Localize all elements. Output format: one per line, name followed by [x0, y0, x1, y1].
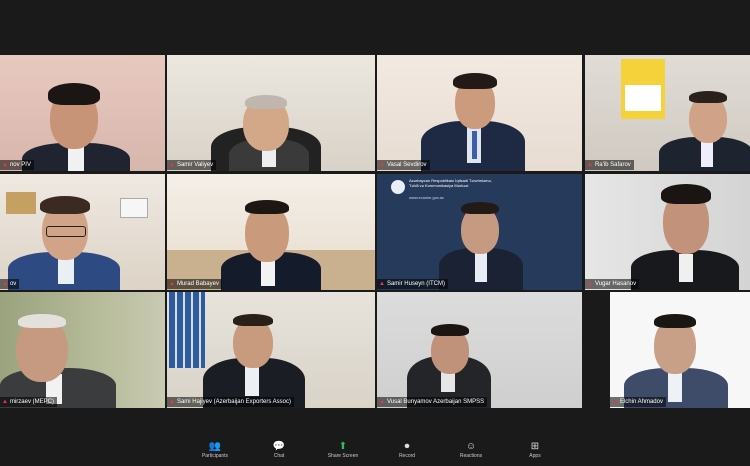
participant-name: ▲ Vusal Bunyamov Azerbaijan SMPSS [377, 397, 488, 407]
participants-button[interactable]: 👥 Participants [192, 440, 238, 459]
mic-muted-icon: ▲ [2, 399, 8, 405]
mic-muted-icon: ▲ [169, 399, 175, 405]
mic-muted-icon: ▲ [612, 399, 618, 405]
reactions-icon: ☺ [465, 441, 477, 452]
participant-tile[interactable]: ▲ Murad Babayev [167, 174, 375, 290]
video-grid: ▲ nov PIV ▲ Samir Valiyev ▲ Vasal Sevdirov [0, 0, 750, 466]
participant-name: ▲ Sami Hajiyev (Azerbaijan Exporters Asso… [167, 397, 294, 407]
record-icon: ⏺ [404, 441, 410, 452]
participant-tile[interactable]: ▲ Samir Valiyev [167, 55, 375, 171]
participant-tile[interactable]: ▲ nov PIV [0, 55, 165, 171]
meeting-toolbar: 👥 Participants 💬 Chat ⬆ Share Screen ⏺ R… [0, 440, 750, 466]
mic-muted-icon: ▲ [587, 281, 593, 287]
participants-icon: 👥 [208, 441, 222, 452]
participant-name: ▲ nov PIV [0, 160, 34, 170]
mic-muted-icon: ▲ [2, 162, 8, 168]
apps-button[interactable]: ⊞ Apps [512, 440, 558, 459]
participant-name: ▲ Elchin Ahmadov [610, 397, 666, 407]
apps-icon: ⊞ [530, 441, 540, 452]
organization-logo-url: www.ecosim.gov.az [409, 195, 444, 200]
participant-tile[interactable]: ▲ mirzaev (MEPC) [0, 292, 165, 408]
participant-tile[interactable]: ▲ Elchin Ahmadov [610, 292, 750, 408]
mic-muted-icon: ▲ [169, 281, 175, 287]
mic-muted-icon: ▲ [2, 281, 8, 287]
participant-tile[interactable]: Azərbaycan Respublikası İqtisadi Tənziml… [377, 174, 582, 290]
share-screen-icon: ⬆ [338, 441, 348, 452]
participant-name: ▲ Ra'ib Safarov [585, 160, 634, 170]
mic-muted-icon: ▲ [379, 162, 385, 168]
mic-muted-icon: ▲ [587, 162, 593, 168]
participant-tile[interactable]: ▲ Sami Hajiyev (Azerbaijan Exporters Asso… [167, 292, 375, 408]
participant-name: ▲ mirzaev (MEPC) [0, 397, 57, 407]
participant-name: ▲ Samir Valiyev [167, 160, 217, 170]
share-screen-button[interactable]: ⬆ Share Screen [320, 440, 366, 459]
reactions-button[interactable]: ☺ Reactions [448, 440, 494, 459]
participant-name: ▲ Samir Huseyn (ITCM) [377, 279, 448, 289]
organization-logo-icon [391, 180, 405, 194]
participant-name: ▲ Vasal Sevdirov [377, 160, 430, 170]
participant-name: ▲ Vugar Hasanov [585, 279, 640, 289]
participant-tile[interactable]: ▲ Vasal Sevdirov [377, 55, 582, 171]
bookshelf [169, 292, 205, 368]
mic-muted-icon: ▲ [169, 162, 175, 168]
participant-tile[interactable]: ▲ Vugar Hasanov [585, 174, 750, 290]
record-button[interactable]: ⏺ Record [384, 440, 430, 459]
mic-muted-icon: ▲ [379, 281, 385, 287]
participant-name: ▲ Murad Babayev [167, 279, 222, 289]
participant-name: ▲ ov [0, 279, 20, 289]
organization-logo-text: Azərbaycan Respublikası İqtisadi Tənziml… [409, 178, 492, 188]
chat-button[interactable]: 💬 Chat [256, 440, 302, 459]
mic-muted-icon: ▲ [379, 399, 385, 405]
participant-tile[interactable]: ▲ Ra'ib Safarov [585, 55, 750, 171]
participant-tile[interactable]: ▲ Vusal Bunyamov Azerbaijan SMPSS [377, 292, 582, 408]
chat-icon: 💬 [272, 441, 286, 452]
participant-tile[interactable]: ▲ ov [0, 174, 165, 290]
